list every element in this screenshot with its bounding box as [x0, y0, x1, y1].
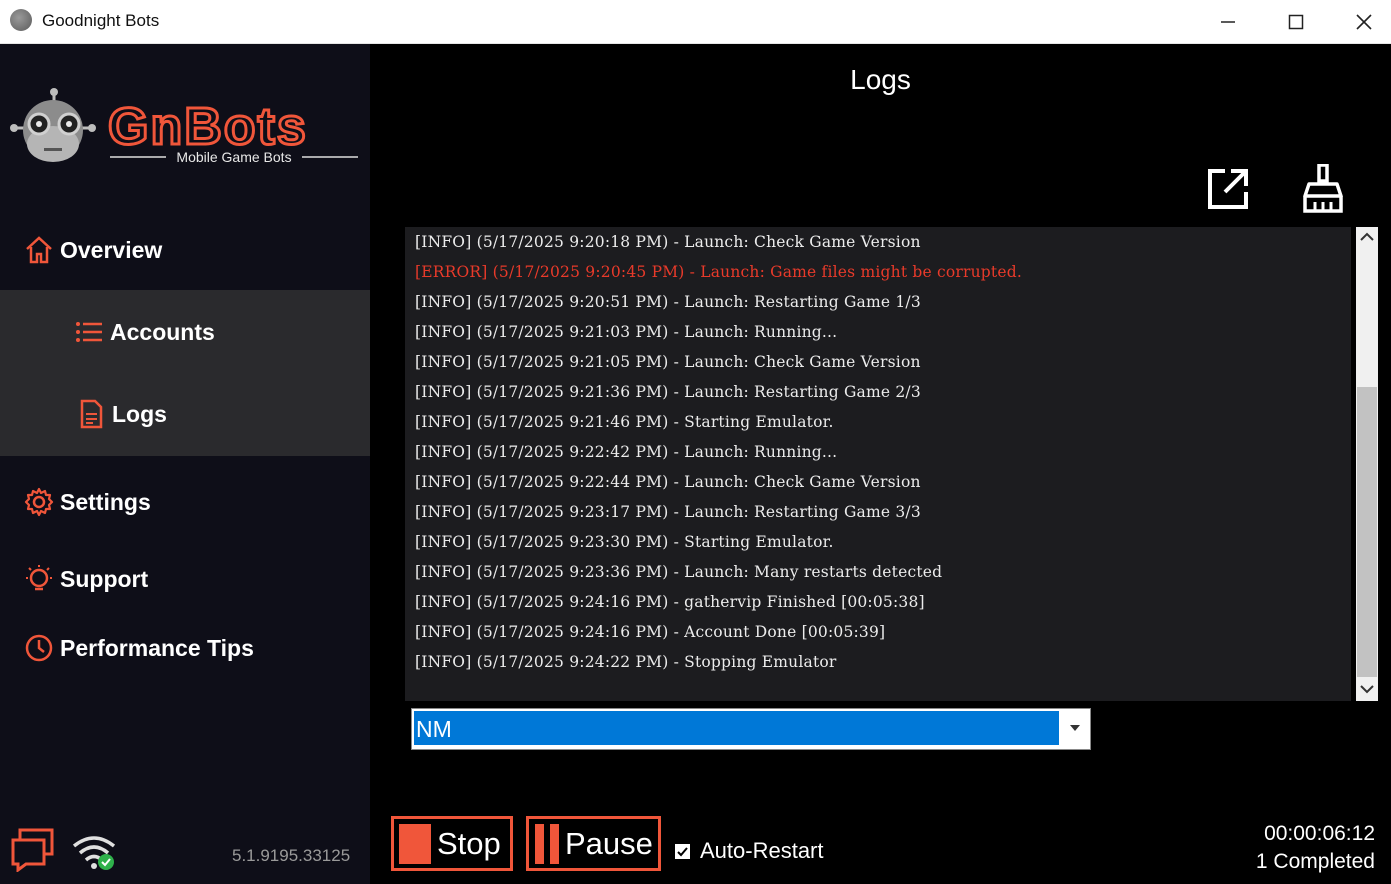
nav-overview-label: Overview: [60, 236, 163, 263]
close-icon: [1356, 13, 1372, 30]
sidebar: GnBots Mobile Game Bots Overview Account…: [0, 44, 370, 884]
log-line: [INFO] (5/17/2025 9:20:18 PM) - Launch: …: [415, 233, 921, 251]
maximize-button[interactable]: [1266, 0, 1326, 43]
main-panel: Logs [INFO] (5/17/2025 9:20:18 PM) - Lau…: [370, 44, 1391, 884]
run-timer: 00:00:06:12: [1264, 822, 1375, 845]
log-line: [INFO] (5/17/2025 9:21:46 PM) - Starting…: [415, 413, 834, 431]
nav-support-label: Support: [60, 565, 149, 592]
gnbots-logo: GnBots Mobile Game Bots: [10, 88, 358, 165]
logo-wordmark: GnBots: [108, 98, 308, 156]
log-line: [ERROR] (5/17/2025 9:20:45 PM) - Launch:…: [415, 263, 1022, 281]
chevron-down-icon[interactable]: [1062, 711, 1088, 745]
pause-label: Pause: [565, 825, 653, 861]
app-icon: [10, 9, 32, 31]
nav-performance-tips-label: Performance Tips: [60, 634, 254, 661]
scroll-up-icon[interactable]: [1360, 232, 1374, 242]
minimize-button[interactable]: [1198, 0, 1258, 43]
run-status: 00:00:06:12 1 Completed: [1256, 820, 1375, 876]
list-icon: [72, 315, 106, 349]
version-label: 5.1.9195.33125: [232, 846, 351, 865]
auto-restart-toggle[interactable]: Auto-Restart: [675, 838, 824, 864]
minimize-icon: [1221, 20, 1235, 23]
clear-logs-button[interactable]: [1298, 164, 1348, 214]
clock-icon: [22, 631, 56, 665]
popout-button[interactable]: [1203, 164, 1253, 214]
window-title: Goodnight Bots: [42, 11, 160, 30]
log-line: [INFO] (5/17/2025 9:20:51 PM) - Launch: …: [415, 293, 921, 311]
pause-icon: [535, 823, 559, 864]
close-button[interactable]: [1334, 0, 1391, 43]
wifi-connected-icon: [72, 836, 116, 870]
log-line: [INFO] (5/17/2025 9:21:05 PM) - Launch: …: [415, 353, 921, 371]
account-select[interactable]: NM: [411, 708, 1091, 750]
log-line: [INFO] (5/17/2025 9:21:03 PM) - Launch: …: [415, 323, 838, 341]
log-line: [INFO] (5/17/2025 9:21:36 PM) - Launch: …: [415, 383, 921, 401]
nav-logs[interactable]: Logs: [0, 386, 370, 442]
logo-tagline: Mobile Game Bots: [176, 149, 291, 165]
nav-accounts[interactable]: Accounts: [0, 304, 370, 360]
gear-icon: [22, 485, 56, 519]
broom-icon: [1303, 164, 1343, 213]
log-output[interactable]: [INFO] (5/17/2025 9:20:18 PM) - Launch: …: [405, 227, 1351, 701]
lightbulb-icon: [22, 562, 56, 596]
nav-accounts-label: Accounts: [110, 318, 215, 345]
nav-overview[interactable]: Overview: [0, 222, 370, 278]
log-line: [INFO] (5/17/2025 9:23:36 PM) - Launch: …: [415, 563, 943, 581]
nav-performance-tips[interactable]: Performance Tips: [0, 620, 370, 676]
scrollbar-thumb[interactable]: [1357, 387, 1377, 677]
external-link-icon: [1208, 169, 1248, 209]
document-icon: [74, 397, 108, 431]
stop-label: Stop: [437, 825, 501, 861]
auto-restart-checkbox[interactable]: [675, 843, 690, 859]
log-scrollbar[interactable]: [1356, 227, 1378, 701]
home-icon: [22, 233, 56, 267]
log-line: [INFO] (5/17/2025 9:23:17 PM) - Launch: …: [415, 503, 921, 521]
page-title: Logs: [850, 64, 911, 95]
checkmark-icon: [677, 846, 688, 856]
nav-support[interactable]: Support: [0, 551, 370, 607]
title-bar: Goodnight Bots: [0, 0, 1391, 44]
maximize-icon: [1288, 14, 1304, 29]
stop-button[interactable]: Stop: [391, 816, 513, 871]
pause-button[interactable]: Pause: [526, 816, 661, 871]
log-line: [INFO] (5/17/2025 9:24:16 PM) - gathervi…: [415, 593, 925, 611]
nav-settings[interactable]: Settings: [0, 474, 370, 530]
stop-icon: [399, 823, 431, 864]
log-line: [INFO] (5/17/2025 9:24:22 PM) - Stopping…: [415, 653, 837, 671]
log-line: [INFO] (5/17/2025 9:22:44 PM) - Launch: …: [415, 473, 921, 491]
scroll-down-icon[interactable]: [1360, 684, 1374, 694]
chat-icon[interactable]: [10, 828, 56, 872]
nav-settings-label: Settings: [60, 488, 151, 515]
log-line: [INFO] (5/17/2025 9:22:42 PM) - Launch: …: [415, 443, 838, 461]
log-line: [INFO] (5/17/2025 9:24:16 PM) - Account …: [415, 623, 886, 641]
log-line: [INFO] (5/17/2025 9:23:30 PM) - Starting…: [415, 533, 834, 551]
auto-restart-label: Auto-Restart: [700, 838, 824, 863]
account-select-value: NM: [414, 711, 1059, 745]
completed-count: 1 Completed: [1255, 850, 1375, 873]
nav-logs-label: Logs: [112, 400, 167, 427]
